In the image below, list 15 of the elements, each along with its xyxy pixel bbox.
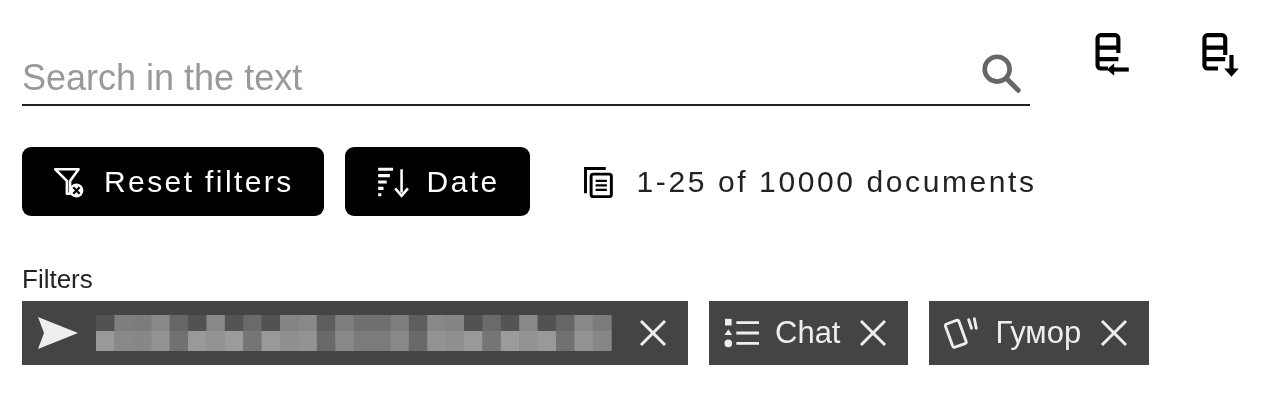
filter-chip[interactable]: Chat — [709, 301, 909, 365]
search-field[interactable]: Search in the text — [22, 30, 1030, 106]
send-icon — [36, 315, 80, 351]
chip-label: Гумор — [995, 315, 1082, 351]
list-icon — [723, 316, 761, 350]
filter-chip[interactable]: Гумор — [929, 301, 1150, 365]
reset-filters-button[interactable]: Reset filters — [22, 147, 324, 216]
chip-label: Chat — [775, 315, 841, 351]
filters-label: Filters — [22, 264, 94, 295]
close-icon[interactable] — [858, 318, 889, 348]
sort-button[interactable]: Date — [344, 147, 530, 216]
document-count: 1-25 of 10000 documents — [636, 164, 1037, 199]
close-icon[interactable] — [638, 318, 668, 348]
close-icon[interactable] — [1099, 318, 1130, 348]
filter-chip[interactable] — [22, 301, 688, 365]
